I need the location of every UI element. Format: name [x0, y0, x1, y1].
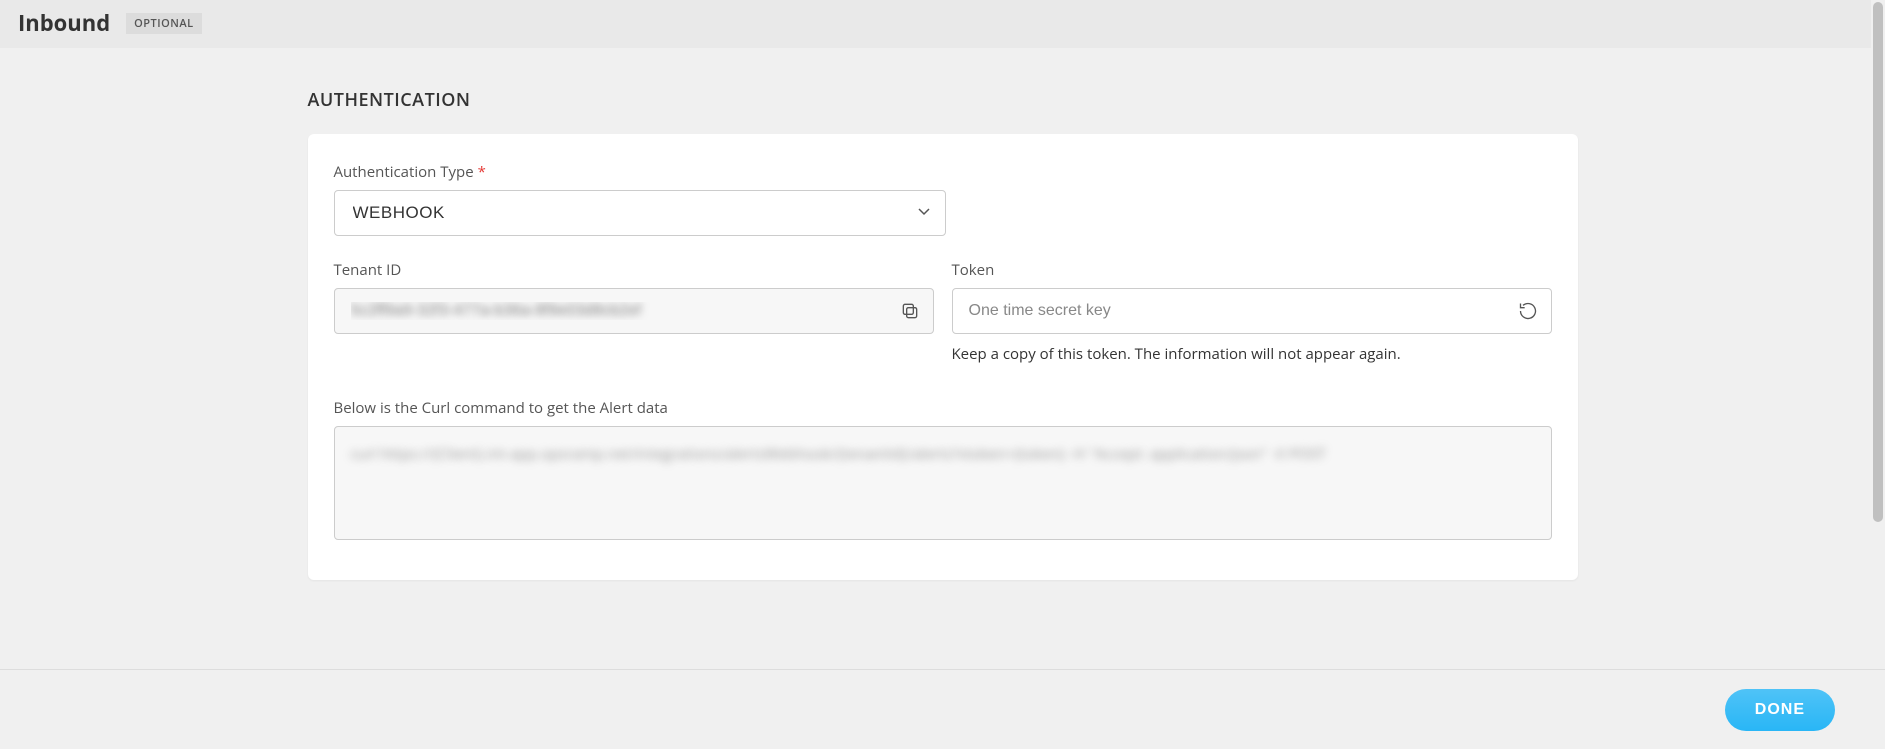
page-title: Inbound: [18, 8, 110, 38]
tenant-id-input[interactable]: [334, 288, 934, 334]
curl-label: Below is the Curl command to get the Ale…: [334, 398, 1552, 418]
token-input[interactable]: [952, 288, 1552, 334]
scrollbar-track[interactable]: [1871, 0, 1885, 669]
header-bar: Inbound OPTIONAL: [0, 0, 1885, 48]
footer-bar: DONE: [0, 669, 1885, 749]
auth-type-select[interactable]: [334, 190, 946, 236]
curl-command-box[interactable]: curl https://{Client}.int-app.opsramp.ne…: [334, 426, 1552, 540]
optional-badge: OPTIONAL: [126, 13, 202, 34]
refresh-icon[interactable]: [1516, 299, 1540, 323]
tenant-id-label: Tenant ID: [334, 260, 934, 280]
copy-icon[interactable]: [898, 299, 922, 323]
token-label: Token: [952, 260, 1552, 280]
auth-type-label: Authentication Type*: [334, 162, 1552, 182]
authentication-card: Authentication Type* Tenant ID: [308, 134, 1578, 580]
token-helper-text: Keep a copy of this token. The informati…: [952, 344, 1552, 364]
required-indicator: *: [478, 162, 486, 182]
done-button[interactable]: DONE: [1725, 689, 1835, 731]
section-title-authentication: AUTHENTICATION: [308, 88, 1578, 112]
content-area: AUTHENTICATION Authentication Type* Tena…: [0, 48, 1885, 669]
scrollbar-thumb[interactable]: [1873, 2, 1883, 522]
auth-type-select-wrap[interactable]: [334, 190, 946, 236]
